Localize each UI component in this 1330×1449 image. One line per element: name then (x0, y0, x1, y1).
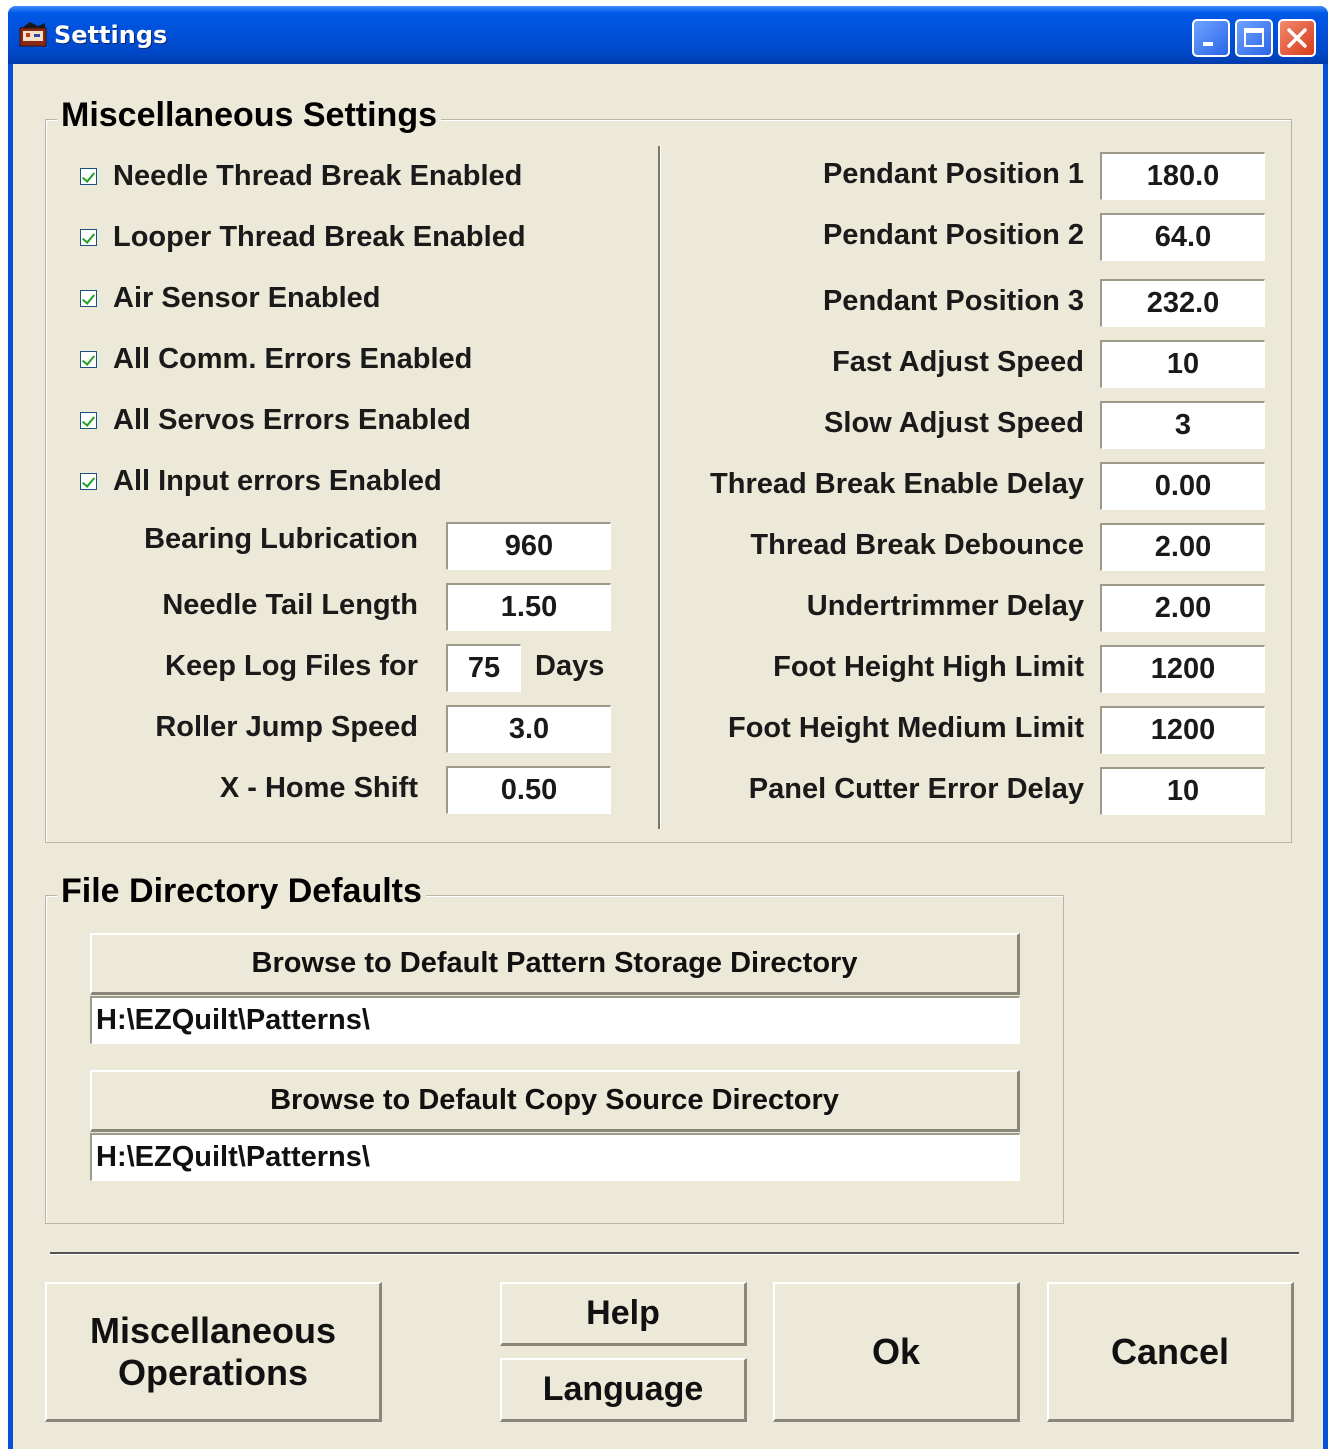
bottom-divider (50, 1252, 1299, 1255)
checkbox-looper-thread-break[interactable]: Looper Thread Break Enabled (80, 217, 526, 257)
slow-adjust-speed-field[interactable]: 3 (1100, 401, 1265, 449)
checkbox-checked-icon (80, 472, 97, 490)
cancel-button[interactable]: Cancel (1047, 1282, 1294, 1422)
label-pendant-position-1: Pendant Position 1 (822, 158, 1084, 190)
checkbox-input-errors[interactable]: All Input errors Enabled (80, 461, 442, 501)
maximize-button[interactable] (1235, 19, 1273, 57)
ok-button[interactable]: Ok (773, 1282, 1020, 1422)
keep-log-files-field[interactable]: 75 (446, 644, 521, 692)
checkbox-label: All Input errors Enabled (113, 464, 442, 497)
pendant-position-1-field[interactable]: 180.0 (1100, 152, 1265, 200)
close-icon (1287, 28, 1307, 48)
label-fast-adjust-speed: Fast Adjust Speed (832, 346, 1084, 378)
browse-pattern-directory-button[interactable]: Browse to Default Pattern Storage Direct… (90, 933, 1020, 995)
label-pendant-position-3: Pendant Position 3 (822, 285, 1084, 317)
checkbox-checked-icon (80, 411, 97, 429)
misc-ops-label-line1: Miscellaneous (89, 1309, 337, 1351)
label-slow-adjust-speed: Slow Adjust Speed (824, 407, 1084, 439)
copy-source-path[interactable]: H:\EZQuilt\Patterns\ (90, 1133, 1020, 1181)
checkbox-checked-icon (80, 350, 97, 368)
maximize-icon (1244, 28, 1264, 47)
panel-cutter-error-delay-field[interactable]: 10 (1100, 767, 1265, 815)
checkbox-label: Looper Thread Break Enabled (113, 220, 526, 253)
roller-jump-speed-field[interactable]: 3.0 (446, 705, 611, 753)
file-directory-title: File Directory Defaults (57, 872, 426, 911)
language-button[interactable]: Language (500, 1358, 747, 1422)
label-foot-height-medium-limit: Foot Height Medium Limit (727, 712, 1084, 744)
settings-window: Settings Miscellaneous Settings Needle T… (8, 6, 1328, 1449)
help-button[interactable]: Help (500, 1282, 747, 1346)
miscellaneous-operations-button[interactable]: Miscellaneous Operations (45, 1282, 382, 1422)
x-home-shift-field[interactable]: 0.50 (446, 766, 611, 814)
close-button[interactable] (1278, 19, 1316, 57)
checkbox-comm-errors[interactable]: All Comm. Errors Enabled (80, 339, 472, 379)
needle-tail-length-field[interactable]: 1.50 (446, 583, 611, 631)
checkbox-checked-icon (80, 289, 97, 307)
column-divider (658, 146, 661, 829)
fast-adjust-speed-field[interactable]: 10 (1100, 340, 1265, 388)
label-needle-tail-length: Needle Tail Length (162, 589, 418, 621)
checkbox-label: All Comm. Errors Enabled (113, 342, 473, 375)
dialog-body: Miscellaneous Settings Needle Thread Bre… (13, 64, 1323, 1449)
checkbox-air-sensor[interactable]: Air Sensor Enabled (80, 278, 381, 318)
checkbox-label: All Servos Errors Enabled (113, 403, 471, 436)
label-foot-height-high-limit: Foot Height High Limit (773, 651, 1084, 683)
label-thread-break-enable-delay: Thread Break Enable Delay (710, 468, 1084, 500)
bearing-lubrication-field[interactable]: 960 (446, 522, 611, 570)
label-pendant-position-2: Pendant Position 2 (822, 219, 1084, 251)
browse-copy-source-button[interactable]: Browse to Default Copy Source Directory (90, 1070, 1020, 1132)
checkbox-checked-icon (80, 228, 97, 246)
label-x-home-shift: X - Home Shift (219, 772, 418, 804)
pendant-position-2-field[interactable]: 64.0 (1100, 213, 1265, 261)
checkbox-needle-thread-break[interactable]: Needle Thread Break Enabled (80, 156, 522, 196)
pattern-directory-path[interactable]: H:\EZQuilt\Patterns\ (90, 996, 1020, 1044)
misc-ops-label-line2: Operations (117, 1351, 309, 1393)
thread-break-enable-delay-field[interactable]: 0.00 (1100, 462, 1265, 510)
checkbox-label: Needle Thread Break Enabled (113, 159, 523, 192)
undertrimmer-delay-field[interactable]: 2.00 (1100, 584, 1265, 632)
app-icon (18, 20, 48, 48)
label-days: Days (535, 650, 605, 682)
foot-height-medium-limit-field[interactable]: 1200 (1100, 706, 1265, 754)
label-bearing-lubrication: Bearing Lubrication (144, 523, 418, 555)
foot-height-high-limit-field[interactable]: 1200 (1100, 645, 1265, 693)
window-title: Settings (54, 21, 168, 49)
label-keep-log-files: Keep Log Files for (165, 650, 418, 682)
minimize-button[interactable] (1192, 19, 1230, 57)
label-undertrimmer-delay: Undertrimmer Delay (806, 590, 1084, 622)
misc-settings-title: Miscellaneous Settings (57, 96, 441, 135)
label-thread-break-debounce: Thread Break Debounce (750, 529, 1084, 561)
label-roller-jump-speed: Roller Jump Speed (155, 711, 418, 743)
checkbox-servo-errors[interactable]: All Servos Errors Enabled (80, 400, 471, 440)
checkbox-label: Air Sensor Enabled (113, 281, 381, 314)
label-panel-cutter-error-delay: Panel Cutter Error Delay (748, 773, 1084, 805)
minimize-icon (1203, 42, 1213, 46)
thread-break-debounce-field[interactable]: 2.00 (1100, 523, 1265, 571)
checkbox-checked-icon (80, 167, 97, 185)
pendant-position-3-field[interactable]: 232.0 (1100, 279, 1265, 327)
title-bar[interactable]: Settings (8, 6, 1328, 64)
